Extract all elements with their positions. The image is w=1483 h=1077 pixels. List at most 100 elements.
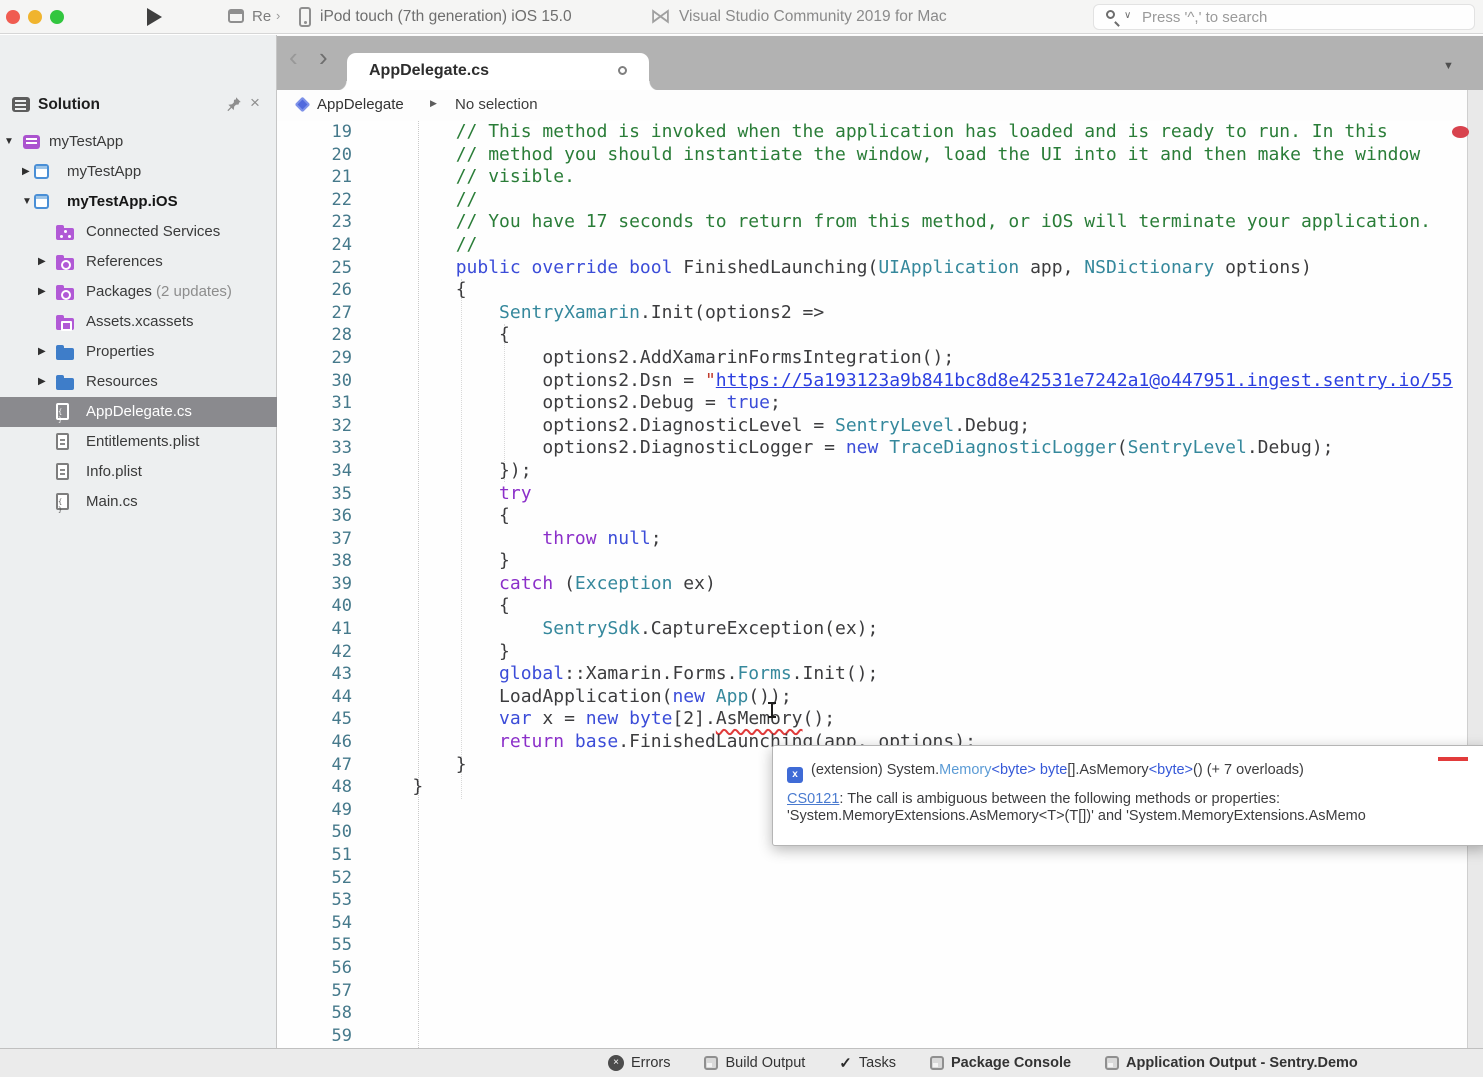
editor-scrollbar[interactable] <box>1467 90 1483 1048</box>
line-number-41[interactable]: 41 <box>277 618 352 641</box>
statusbar-application-output-sentry-demo[interactable]: Application Output - Sentry.Demo <box>1105 1055 1358 1071</box>
code-line-25[interactable]: public override bool FinishedLaunching(U… <box>369 257 1467 280</box>
chevron-down-icon[interactable]: ▼ <box>22 196 32 207</box>
tree-item-entitlements-plist[interactable]: Entitlements.plist <box>0 427 277 457</box>
line-number-gutter[interactable]: 1920212223242526272829303132333435363738… <box>277 121 352 1047</box>
tree-item-info-plist[interactable]: Info.plist <box>0 457 277 487</box>
device-dropdown[interactable]: iPod touch (7th generation) iOS 15.0 <box>320 8 572 26</box>
code-line-41[interactable]: SentrySdk.CaptureException(ex); <box>369 618 1467 641</box>
chevron-right-icon[interactable]: ▶ <box>38 256 46 267</box>
line-number-43[interactable]: 43 <box>277 663 352 686</box>
statusbar-build-output[interactable]: Build Output <box>704 1055 805 1071</box>
code-text[interactable]: // This method is invoked when the appli… <box>369 121 1467 1047</box>
line-number-30[interactable]: 30 <box>277 370 352 393</box>
breadcrumb-class[interactable]: AppDelegate <box>317 96 404 113</box>
statusbar-errors[interactable]: ×Errors <box>608 1055 670 1071</box>
code-line-20[interactable]: // method you should instantiate the win… <box>369 144 1467 167</box>
line-number-50[interactable]: 50 <box>277 821 352 844</box>
code-line-29[interactable]: options2.AddXamarinFormsIntegration(); <box>369 347 1467 370</box>
configuration-dropdown[interactable]: Re <box>252 8 271 25</box>
code-line-31[interactable]: options2.Debug = true; <box>369 392 1467 415</box>
breadcrumb-selection[interactable]: No selection <box>455 96 538 113</box>
code-line-24[interactable]: // <box>369 234 1467 257</box>
line-number-29[interactable]: 29 <box>277 347 352 370</box>
code-line-37[interactable]: throw null; <box>369 528 1467 551</box>
line-number-42[interactable]: 42 <box>277 641 352 664</box>
tab-modified-icon[interactable] <box>618 66 627 75</box>
tree-item-resources[interactable]: ▶Resources <box>0 367 277 397</box>
line-number-51[interactable]: 51 <box>277 844 352 867</box>
close-window-button[interactable] <box>6 10 20 24</box>
line-number-20[interactable]: 20 <box>277 144 352 167</box>
line-number-26[interactable]: 26 <box>277 279 352 302</box>
line-number-48[interactable]: 48 <box>277 776 352 799</box>
code-line-39[interactable]: catch (Exception ex) <box>369 573 1467 596</box>
code-line-54[interactable] <box>369 912 1467 935</box>
tree-item-main-cs[interactable]: Main.cs <box>0 487 277 517</box>
code-line-43[interactable]: global::Xamarin.Forms.Forms.Init(); <box>369 663 1467 686</box>
navigate-forward-button[interactable]: › <box>319 44 328 70</box>
chevron-right-icon[interactable]: ▶ <box>38 376 46 387</box>
tree-item-appdelegate-cs[interactable]: AppDelegate.cs <box>0 397 277 427</box>
code-line-21[interactable]: // visible. <box>369 166 1467 189</box>
line-number-58[interactable]: 58 <box>277 1002 352 1025</box>
code-line-51[interactable] <box>369 844 1467 867</box>
line-number-40[interactable]: 40 <box>277 595 352 618</box>
code-line-30[interactable]: options2.Dsn = "https://5a193123a9b841bc… <box>369 370 1467 393</box>
line-number-56[interactable]: 56 <box>277 957 352 980</box>
code-line-57[interactable] <box>369 980 1467 1003</box>
line-number-46[interactable]: 46 <box>277 731 352 754</box>
code-editor[interactable]: 1920212223242526272829303132333435363738… <box>277 121 1467 1048</box>
line-number-27[interactable]: 27 <box>277 302 352 325</box>
code-line-42[interactable]: } <box>369 641 1467 664</box>
tree-item-references[interactable]: ▶References <box>0 247 277 277</box>
tree-item-assets-xcassets[interactable]: Assets.xcassets <box>0 307 277 337</box>
chevron-right-icon[interactable]: ▶ <box>38 286 46 297</box>
tree-item-connected-services[interactable]: Connected Services <box>0 217 277 247</box>
navigate-back-button[interactable]: ‹ <box>289 44 298 70</box>
minimize-window-button[interactable] <box>28 10 42 24</box>
close-icon[interactable]: × <box>250 93 260 113</box>
line-number-24[interactable]: 24 <box>277 234 352 257</box>
code-line-38[interactable]: } <box>369 550 1467 573</box>
line-number-37[interactable]: 37 <box>277 528 352 551</box>
code-line-45[interactable]: var x = new byte[2].AsMemory(); <box>369 708 1467 731</box>
line-number-21[interactable]: 21 <box>277 166 352 189</box>
code-line-40[interactable]: { <box>369 595 1467 618</box>
pin-icon[interactable] <box>226 96 242 112</box>
line-number-59[interactable]: 59 <box>277 1025 352 1048</box>
run-button[interactable] <box>147 8 162 26</box>
code-line-56[interactable] <box>369 957 1467 980</box>
line-number-32[interactable]: 32 <box>277 415 352 438</box>
code-line-44[interactable]: LoadApplication(new App()); <box>369 686 1467 709</box>
line-number-54[interactable]: 54 <box>277 912 352 935</box>
line-number-44[interactable]: 44 <box>277 686 352 709</box>
chevron-right-icon[interactable]: ▶ <box>38 346 46 357</box>
code-line-23[interactable]: // You have 17 seconds to return from th… <box>369 211 1467 234</box>
code-line-34[interactable]: }); <box>369 460 1467 483</box>
line-number-57[interactable]: 57 <box>277 980 352 1003</box>
tab-appdelegate[interactable]: AppDelegate.cs <box>347 53 649 91</box>
line-number-33[interactable]: 33 <box>277 437 352 460</box>
code-line-19[interactable]: // This method is invoked when the appli… <box>369 121 1467 144</box>
line-number-55[interactable]: 55 <box>277 934 352 957</box>
line-number-22[interactable]: 22 <box>277 189 352 212</box>
code-line-58[interactable] <box>369 1002 1467 1025</box>
line-number-34[interactable]: 34 <box>277 460 352 483</box>
statusbar-tasks[interactable]: ✓Tasks <box>839 1054 896 1072</box>
code-line-59[interactable] <box>369 1025 1467 1048</box>
tree-item-mytestapp[interactable]: ▼myTestApp <box>0 127 277 157</box>
tab-list-caret-icon[interactable]: ▼ <box>1443 60 1454 72</box>
tree-item-packages[interactable]: ▶Packages (2 updates) <box>0 277 277 307</box>
code-line-27[interactable]: SentryXamarin.Init(options2 => <box>369 302 1467 325</box>
tree-item-mytestapp-ios[interactable]: ▼myTestApp.iOS <box>0 187 277 217</box>
line-number-25[interactable]: 25 <box>277 257 352 280</box>
line-number-19[interactable]: 19 <box>277 121 352 144</box>
line-number-49[interactable]: 49 <box>277 799 352 822</box>
line-number-39[interactable]: 39 <box>277 573 352 596</box>
zoom-window-button[interactable] <box>50 10 64 24</box>
line-number-36[interactable]: 36 <box>277 505 352 528</box>
code-line-35[interactable]: try <box>369 483 1467 506</box>
tree-item-properties[interactable]: ▶Properties <box>0 337 277 367</box>
line-number-38[interactable]: 38 <box>277 550 352 573</box>
